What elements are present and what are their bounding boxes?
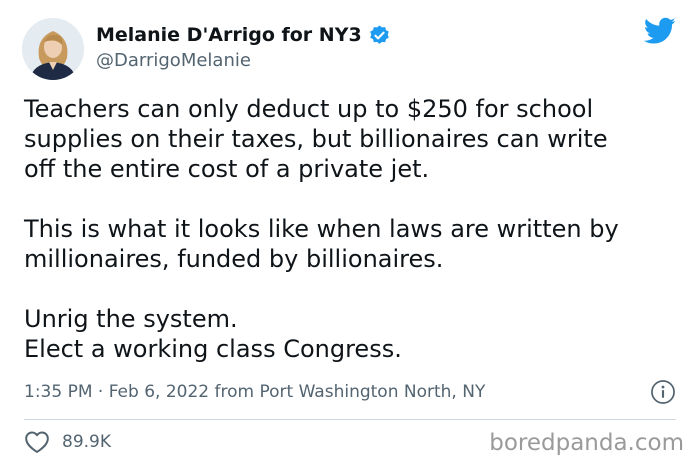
verified-badge-icon [369, 24, 389, 44]
watermark: boredpanda.com [489, 430, 684, 456]
avatar[interactable] [22, 18, 84, 80]
author-name-row: Melanie D'Arrigo for NY3 [96, 22, 391, 48]
tweet-meta: 1:35 PM · Feb 6, 2022 from Port Washingt… [24, 378, 676, 406]
tweet-line: Teachers can only deduct up to $250 for … [24, 95, 594, 123]
display-name[interactable]: Melanie D'Arrigo for NY3 [96, 24, 362, 46]
tweet-line: Elect a working class Congress. [24, 335, 402, 363]
tweet-line: This is what it looks like when laws are… [24, 215, 619, 243]
engagement-bar: 89.9K [24, 428, 111, 456]
profile-photo [22, 18, 84, 80]
author-handle[interactable]: @DarrigoMelanie [96, 50, 251, 71]
tweet-line: supplies on their taxes, but billionaire… [24, 125, 608, 153]
tweet-line: millionaires, funded by billionaires. [24, 245, 444, 273]
info-icon[interactable] [650, 379, 676, 405]
tweet-line: Unrig the system. [24, 305, 238, 333]
tweet-card: Melanie D'Arrigo for NY3 @DarrigoMelanie… [0, 0, 700, 471]
like-count[interactable]: 89.9K [62, 432, 111, 452]
twitter-bird-icon[interactable] [644, 17, 676, 45]
tweet-text: Teachers can only deduct up to $250 for … [24, 94, 684, 364]
tweet-line: off the entire cost of a private jet. [24, 155, 430, 183]
timestamp[interactable]: 1:35 PM · Feb 6, 2022 from Port Washingt… [24, 382, 485, 402]
heart-icon[interactable] [24, 430, 50, 454]
divider [24, 419, 676, 420]
